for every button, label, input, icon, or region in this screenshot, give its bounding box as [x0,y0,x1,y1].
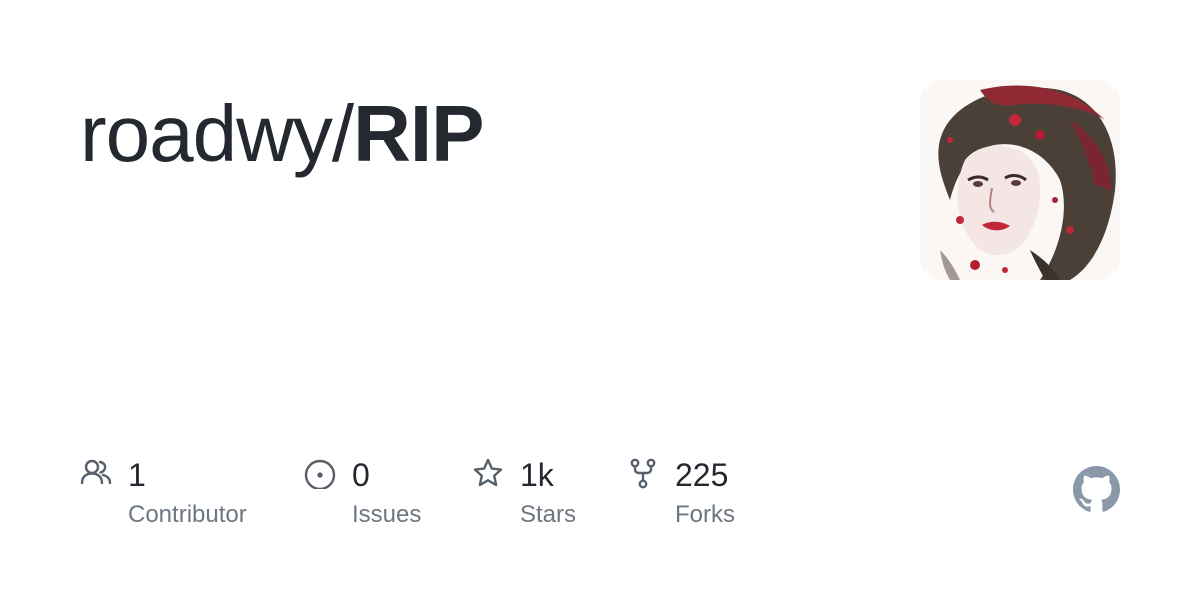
repo-owner[interactable]: roadwy/ [80,89,354,178]
stars-label: Stars [520,501,577,528]
avatar-portrait-image [920,80,1120,280]
repo-forked-icon [630,458,656,489]
issue-opened-icon [304,459,336,489]
github-mark-icon[interactable] [1073,466,1120,513]
forks-label: Forks [675,501,735,528]
repo-social-card: roadwy/RIP 1 Contributor 0 Issues 1k Sta… [0,0,1200,600]
star-icon [473,458,503,487]
repo-name[interactable]: RIP [353,89,484,178]
issues-label: Issues [352,501,422,528]
stars-count: 1k [520,457,554,493]
people-icon [80,459,112,485]
contributors-count: 1 [128,457,146,493]
contributors-label: Contributor [128,501,247,528]
owner-avatar[interactable] [920,80,1120,280]
repo-title[interactable]: roadwy/RIP [80,84,484,184]
issues-count: 0 [352,457,370,493]
forks-count: 225 [675,457,729,493]
